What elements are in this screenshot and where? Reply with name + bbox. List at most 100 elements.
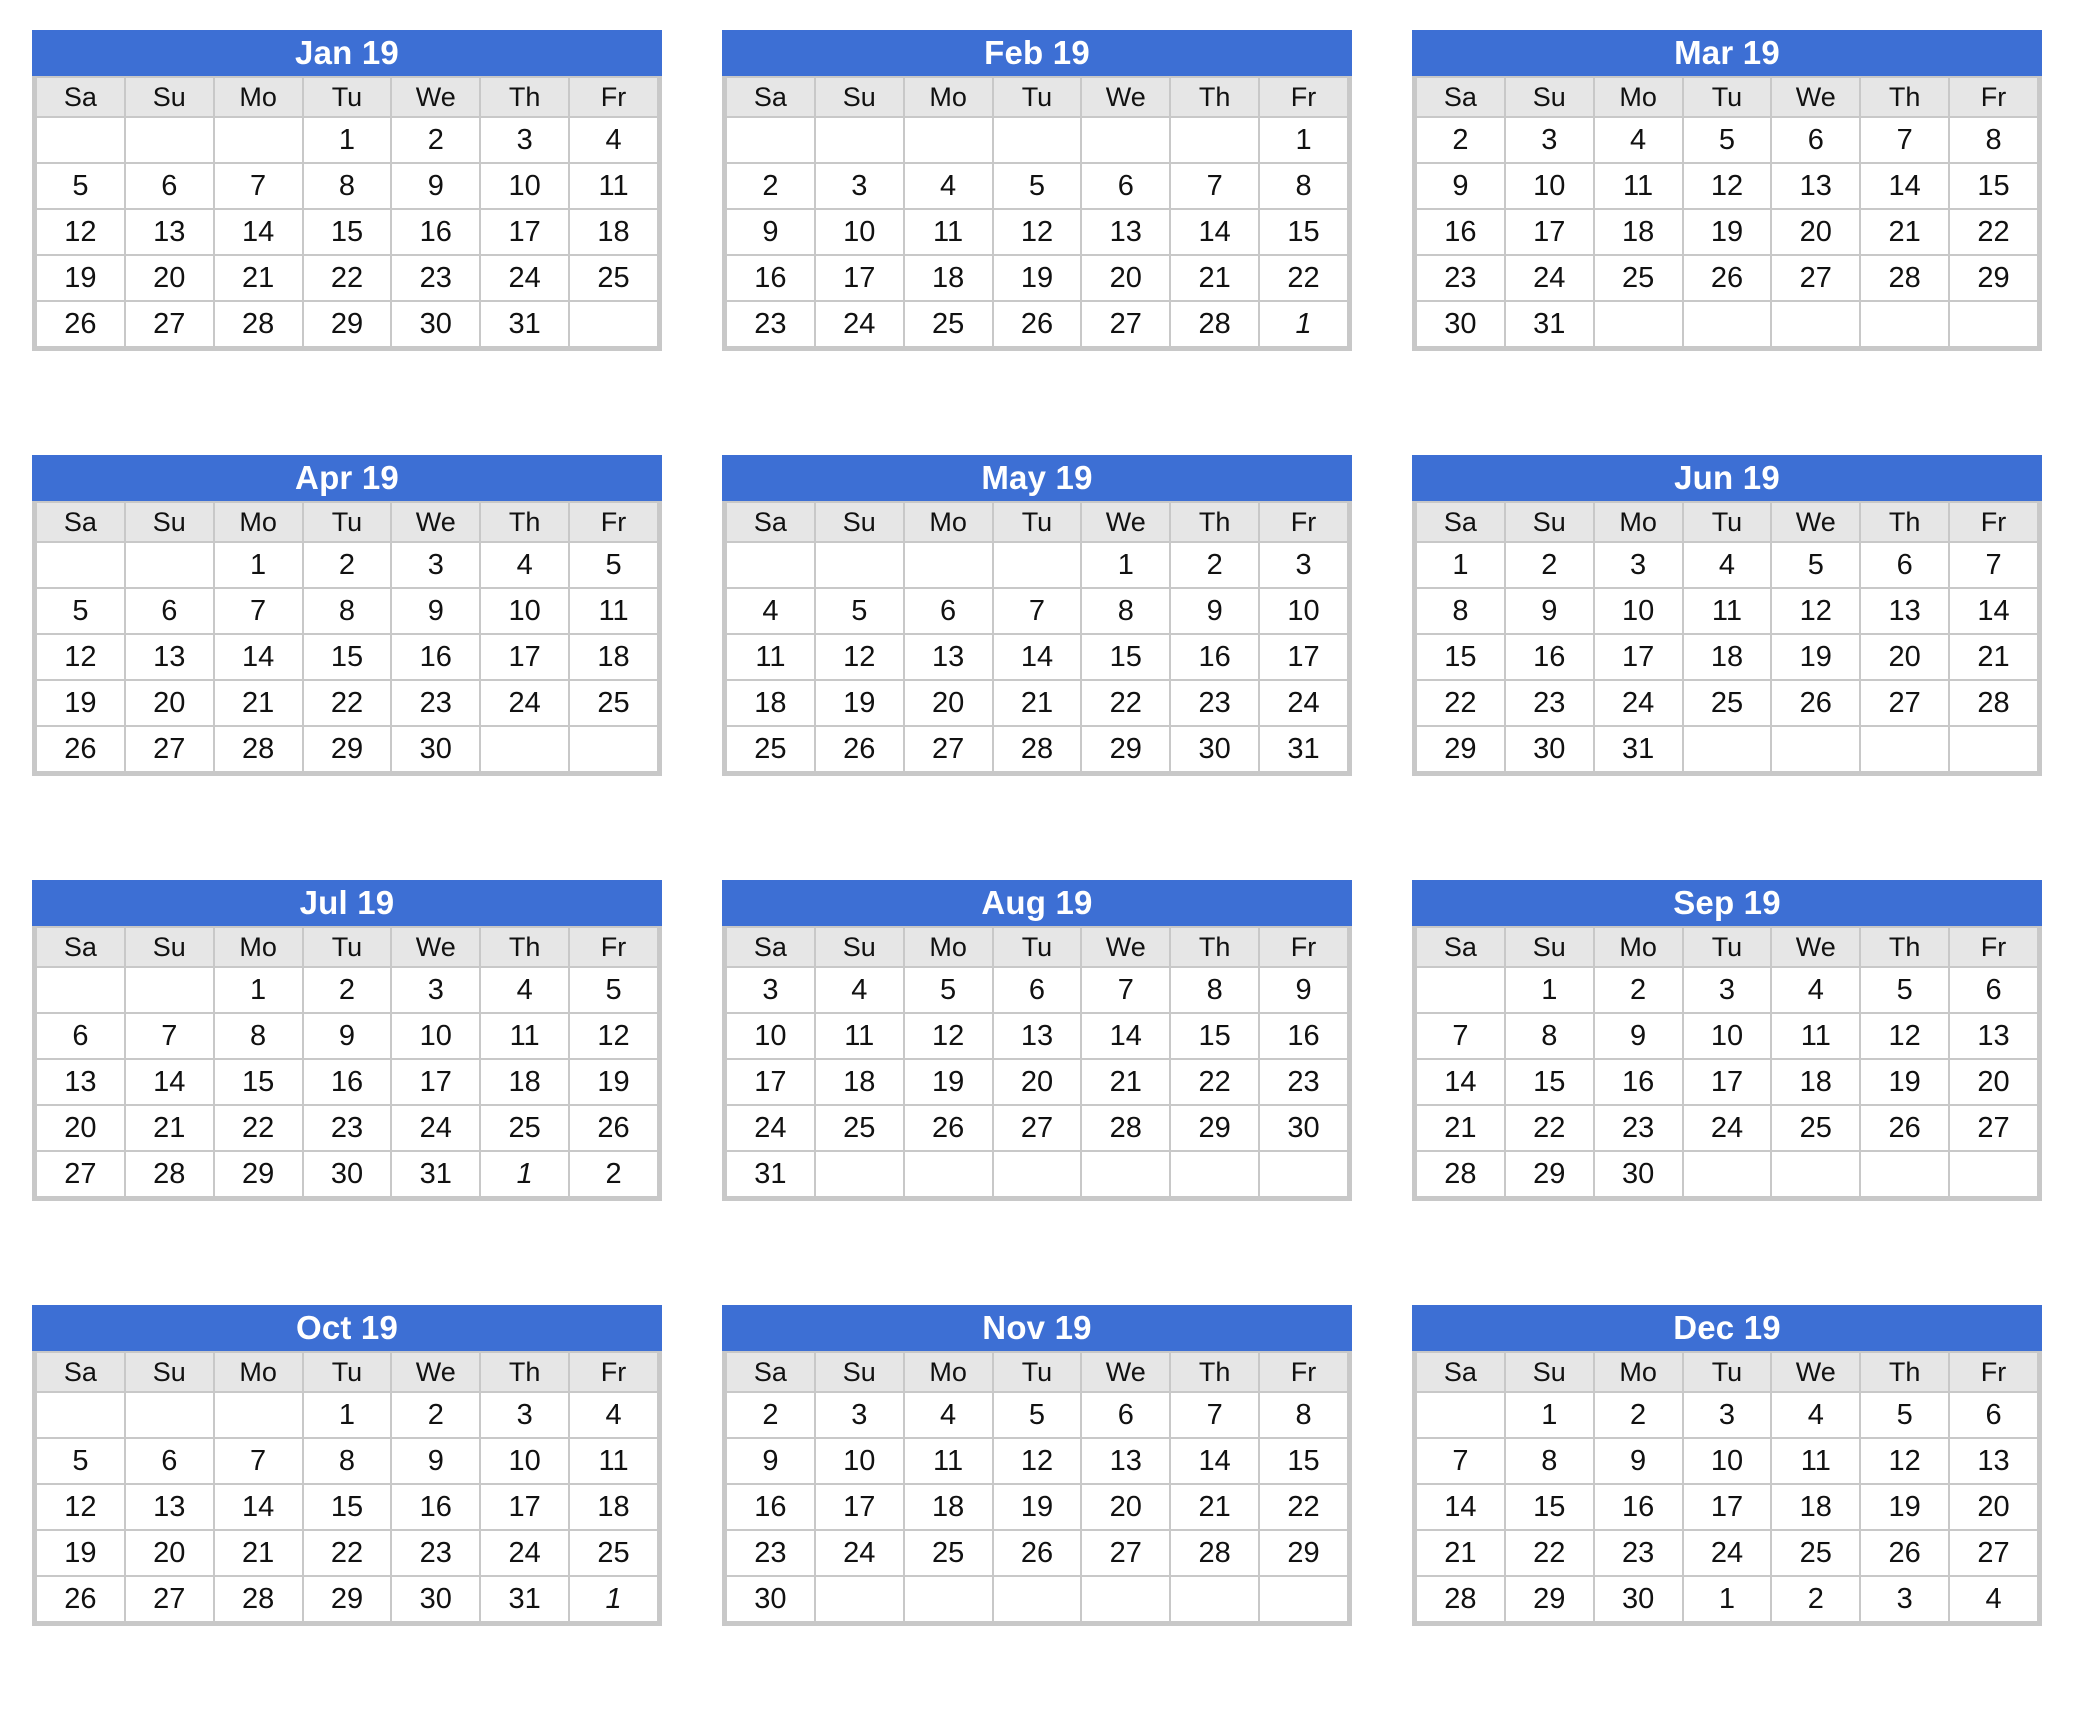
day-cell[interactable]: 11 (570, 589, 657, 633)
day-cell[interactable]: 5 (570, 968, 657, 1012)
day-cell[interactable]: 1 (1082, 543, 1170, 587)
day-cell[interactable]: 20 (125, 1531, 213, 1575)
day-cell[interactable]: 31 (392, 1152, 480, 1196)
day-cell[interactable]: 13 (1950, 1439, 2037, 1483)
day-cell[interactable]: 9 (1505, 589, 1593, 633)
day-cell[interactable]: 3 (1260, 543, 1347, 587)
day-cell[interactable]: 4 (1950, 1577, 2037, 1621)
day-cell[interactable]: 16 (392, 210, 480, 254)
day-cell[interactable]: 22 (1505, 1106, 1593, 1150)
day-cell[interactable]: 2 (303, 968, 391, 1012)
day-cell[interactable]: 5 (37, 164, 124, 208)
day-cell[interactable]: 23 (1260, 1060, 1347, 1104)
day-cell[interactable]: 6 (125, 589, 213, 633)
day-cell[interactable]: 14 (1171, 1439, 1259, 1483)
day-cell[interactable]: 15 (1260, 1439, 1347, 1483)
day-cell[interactable]: 26 (815, 727, 903, 771)
day-cell[interactable]: 31 (481, 302, 569, 346)
day-cell[interactable]: 21 (1171, 1485, 1259, 1529)
day-cell[interactable]: 11 (570, 164, 657, 208)
day-cell[interactable]: 14 (1417, 1060, 1504, 1104)
day-cell[interactable]: 5 (993, 164, 1081, 208)
day-cell[interactable]: 10 (1505, 164, 1593, 208)
day-cell[interactable]: 13 (125, 635, 213, 679)
day-cell[interactable]: 22 (1505, 1531, 1593, 1575)
day-cell[interactable]: 10 (1260, 589, 1347, 633)
day-cell[interactable]: 17 (1594, 635, 1682, 679)
day-cell[interactable]: 16 (1260, 1014, 1347, 1058)
day-cell[interactable]: 28 (1417, 1152, 1504, 1196)
day-cell[interactable]: 2 (1772, 1577, 1860, 1621)
day-cell[interactable]: 24 (815, 302, 903, 346)
day-cell[interactable]: 1 (1505, 1393, 1593, 1437)
day-cell[interactable]: 14 (1082, 1014, 1170, 1058)
day-cell[interactable]: 12 (37, 635, 124, 679)
day-cell[interactable]: 23 (392, 681, 480, 725)
day-cell[interactable]: 5 (1683, 118, 1771, 162)
day-cell[interactable]: 18 (727, 681, 814, 725)
day-cell[interactable]: 26 (1861, 1106, 1949, 1150)
day-cell[interactable]: 26 (37, 302, 124, 346)
day-cell[interactable]: 10 (1683, 1439, 1771, 1483)
day-cell[interactable]: 5 (37, 1439, 124, 1483)
day-cell[interactable]: 21 (993, 681, 1081, 725)
day-cell[interactable]: 8 (1505, 1014, 1593, 1058)
day-cell[interactable]: 15 (1082, 635, 1170, 679)
day-cell[interactable]: 16 (1594, 1060, 1682, 1104)
day-cell[interactable]: 21 (1950, 635, 2037, 679)
day-cell[interactable]: 12 (815, 635, 903, 679)
day-cell[interactable]: 3 (392, 543, 480, 587)
day-cell[interactable]: 21 (1171, 256, 1259, 300)
day-cell[interactable]: 29 (303, 1577, 391, 1621)
day-cell[interactable]: 11 (1594, 164, 1682, 208)
day-cell[interactable]: 17 (1683, 1485, 1771, 1529)
day-cell[interactable]: 25 (1683, 681, 1771, 725)
day-cell[interactable]: 6 (1082, 164, 1170, 208)
day-cell[interactable]: 2 (1417, 118, 1504, 162)
day-cell[interactable]: 18 (815, 1060, 903, 1104)
day-cell[interactable]: 6 (1950, 1393, 2037, 1437)
day-cell[interactable]: 22 (1171, 1060, 1259, 1104)
day-cell[interactable]: 10 (1594, 589, 1682, 633)
day-cell[interactable]: 5 (904, 968, 992, 1012)
day-cell[interactable]: 10 (481, 1439, 569, 1483)
day-cell[interactable]: 12 (993, 210, 1081, 254)
day-cell[interactable]: 25 (904, 1531, 992, 1575)
day-cell[interactable]: 8 (1260, 1393, 1347, 1437)
day-cell[interactable]: 22 (1950, 210, 2037, 254)
day-cell[interactable]: 14 (214, 210, 302, 254)
day-cell[interactable]: 5 (1861, 968, 1949, 1012)
day-cell[interactable]: 4 (904, 164, 992, 208)
day-cell[interactable]: 8 (1950, 118, 2037, 162)
day-cell[interactable]: 4 (815, 968, 903, 1012)
day-cell[interactable]: 8 (303, 164, 391, 208)
day-cell[interactable]: 23 (727, 302, 814, 346)
day-cell[interactable]: 19 (1861, 1485, 1949, 1529)
day-cell[interactable]: 5 (1861, 1393, 1949, 1437)
day-cell[interactable]: 31 (1505, 302, 1593, 346)
day-cell[interactable]: 30 (1594, 1577, 1682, 1621)
day-cell[interactable]: 3 (1683, 1393, 1771, 1437)
day-cell[interactable]: 7 (1950, 543, 2037, 587)
day-cell[interactable]: 17 (727, 1060, 814, 1104)
day-cell[interactable]: 14 (1861, 164, 1949, 208)
day-cell[interactable]: 3 (1861, 1577, 1949, 1621)
day-cell[interactable]: 23 (1594, 1531, 1682, 1575)
day-cell[interactable]: 6 (37, 1014, 124, 1058)
day-cell[interactable]: 16 (303, 1060, 391, 1104)
day-cell[interactable]: 27 (993, 1106, 1081, 1150)
day-cell[interactable]: 29 (303, 302, 391, 346)
day-cell[interactable]: 8 (1171, 968, 1259, 1012)
day-cell[interactable]: 12 (1772, 589, 1860, 633)
day-cell[interactable]: 19 (570, 1060, 657, 1104)
day-cell[interactable]: 22 (303, 1531, 391, 1575)
day-cell[interactable]: 30 (392, 1577, 480, 1621)
day-cell[interactable]: 24 (1683, 1531, 1771, 1575)
day-cell[interactable]: 27 (1772, 256, 1860, 300)
day-cell[interactable]: 2 (570, 1152, 657, 1196)
day-cell[interactable]: 18 (570, 1485, 657, 1529)
day-cell[interactable]: 17 (1683, 1060, 1771, 1104)
day-cell[interactable]: 23 (727, 1531, 814, 1575)
day-cell[interactable]: 21 (125, 1106, 213, 1150)
day-cell[interactable]: 9 (1417, 164, 1504, 208)
